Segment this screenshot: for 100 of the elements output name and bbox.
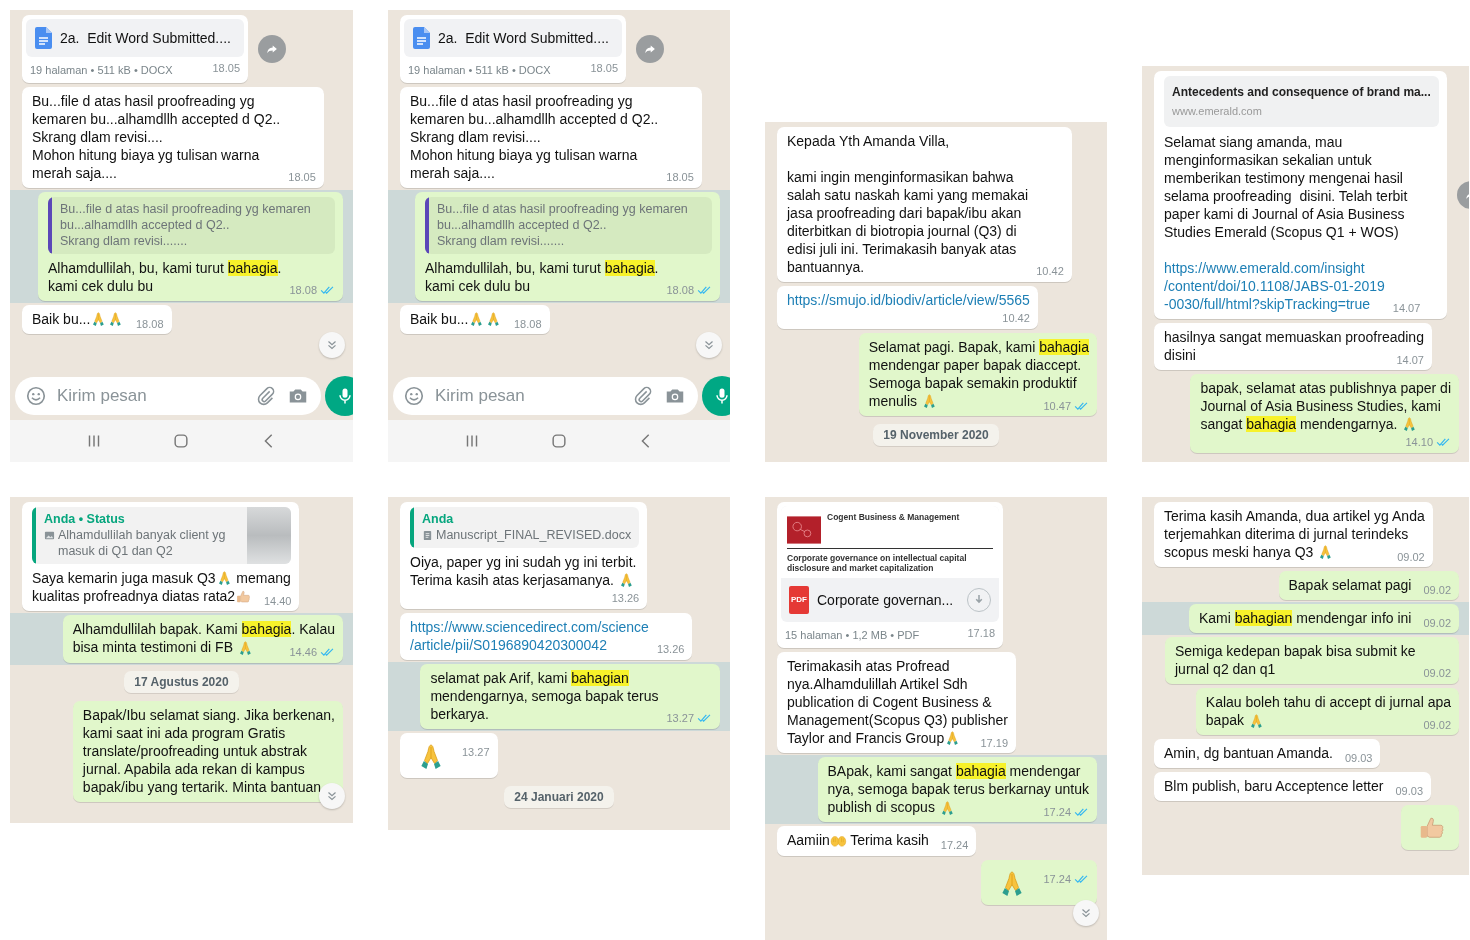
- quoted-message[interactable]: Anda Manuscript_FINAL_REVISED.docx: [410, 507, 640, 548]
- message-link[interactable]: https://smujo.id/biodiv/article/view/5565: [787, 291, 1030, 309]
- message-time: 13.26: [656, 642, 685, 657]
- quoted-message[interactable]: Bu...file d atas hasil proofreading yg kemaren bu...alhamdllh accepted d Q2.. Skrang dlam revisi.......: [425, 197, 712, 254]
- double-chevron-icon: [1079, 906, 1093, 920]
- photo-icon: [44, 530, 55, 541]
- message-text: Oiya, paper yg ini sudah yg ini terbit.: [410, 553, 638, 571]
- message-time: 18.05: [590, 61, 618, 76]
- message-text: selamat pak Arif, kami bahagian mendengarnya, semoga bapak terus berkarya.: [430, 669, 659, 724]
- message-input-field[interactable]: Kirim pesan: [393, 377, 698, 415]
- message-text: bisa minta testimoni di FB: [72, 639, 234, 656]
- scroll-down-button[interactable]: [1073, 900, 1099, 926]
- message-text: Saya kemarin juga masuk Q3: [32, 570, 216, 586]
- message-time: 17.24: [1043, 871, 1071, 886]
- emoji-icon[interactable]: [403, 385, 425, 407]
- message-time: 17.19: [980, 736, 1008, 750]
- thumbs-up-icon: [235, 588, 252, 606]
- scroll-down-button[interactable]: [319, 332, 345, 358]
- document-icon: [34, 27, 52, 49]
- file-info: 19 halaman • 511 kB • DOCX: [30, 63, 173, 78]
- document-icon: [422, 530, 433, 541]
- message-time: 09.02: [1397, 550, 1425, 564]
- message-text: Kepada Yth Amanda Villa, kami ingin menginformasikan bahwa salah satu naskah kami yang memakai jasa proofreading dari bapak/ibu akan diterbitkan di biotropia journal (Q3) di edisi juli ini. Terimakasih banyak atas bantuannya.: [787, 132, 1029, 276]
- paperclip-icon[interactable]: [632, 385, 654, 407]
- paperclip-icon[interactable]: [255, 385, 277, 407]
- file-name: 2a. Edit Word Submitted....: [438, 29, 610, 47]
- quote-text: Alhamdullilah banyak client yg masuk di Q1 dan Q2: [58, 527, 226, 559]
- message-text: Alhamdullilah, bu, kami turut bahagia. kami cek dulu bu: [425, 259, 659, 295]
- quote-author: Anda • Status: [44, 511, 126, 527]
- double-chevron-icon: [325, 338, 339, 352]
- scroll-down-button[interactable]: [319, 783, 345, 809]
- message-text: publish di scopus: [827, 799, 936, 816]
- message-time: 14.07: [1396, 353, 1424, 367]
- message-time: 18.08: [666, 283, 694, 297]
- message-time: 13.27: [462, 745, 490, 760]
- message-text: hasilnya sangat memuaskan proofreading: [1164, 328, 1424, 346]
- file-attachment[interactable]: 2a. Edit Word Submitted....: [26, 19, 244, 57]
- microphone-button[interactable]: [325, 376, 353, 416]
- message-text: sangat bahagia mendengarnya.: [1200, 416, 1399, 432]
- message-text: Terimakasih atas Profread nya.Alhamdulillah Artikel Sdh publication di Cogent Business & Management(Scopus Q3) publisher: [787, 657, 1008, 729]
- forward-button[interactable]: [636, 35, 664, 63]
- praying-hands-icon: [107, 311, 124, 329]
- scroll-down-button[interactable]: [696, 332, 722, 358]
- message-link[interactable]: https://www.emerald.com/insight /content/doi/10.1108/JABS-01-2019 -0030/full/html?skipTracking=true: [1164, 259, 1385, 313]
- message-time: 09.02: [1423, 583, 1451, 598]
- journal-name: Cogent Business & Management: [827, 512, 960, 522]
- message-text: Bapak/Ibu selamat siang. Jika berkenan, kami saat ini ada program Gratis translate/proofreading untuk abstrak jurnal. Apabila ada rekan di kampus bapak/ibu yang tertarik. Minta bantuan: [82, 705, 335, 796]
- message-input-field[interactable]: Kirim pesan: [15, 377, 321, 415]
- message-time: 14.40: [263, 594, 292, 609]
- link-title: Antecedents and consequence of brand ma...: [1172, 84, 1431, 101]
- message-text: bapak: [1205, 712, 1245, 729]
- message-time: 09.03: [1395, 784, 1423, 799]
- journal-cover-icon: [787, 516, 821, 544]
- file-attachment[interactable]: Cogent Business & Management Corporate governance on intellectual capital disclosure and market capitalization PDF Corporate governan...: [781, 506, 999, 622]
- home-icon[interactable]: [172, 432, 191, 450]
- link-preview[interactable]: Antecedents and consequence of brand ma... www.emerald.com: [1164, 76, 1439, 127]
- message-text: Selamat siang amanda, mau menginformasikan sekalian untuk memberikan testimony mengenai hasil selama proofreading disini. Telah terbit paper kami di Journal of Asia Business Studies Emerald (Scopus Q1 + WOS): [1164, 133, 1409, 241]
- message-time: 18.08: [513, 317, 542, 331]
- message-text: Terima kasih: [849, 832, 929, 849]
- message-text: Kami bahagian mendengar info ini: [1198, 610, 1412, 627]
- forward-button[interactable]: [258, 35, 286, 63]
- quote-text: Bu...file d atas hasil proofreading yg kemaren bu...alhamdllh accepted d Q2.. Skrang dlam revisi.......: [437, 201, 688, 249]
- message-text: memang: [235, 570, 291, 586]
- message-time: 18.08: [289, 283, 317, 297]
- message-time: 14.46: [289, 645, 317, 660]
- praying-hands-icon: [944, 730, 961, 748]
- quoted-message[interactable]: Anda • Status Alhamdullilah banyak client yg masuk di Q1 dan Q2: [32, 507, 292, 564]
- message-text: Baik bu...: [32, 311, 91, 327]
- quoted-message[interactable]: Bu...file d atas hasil proofreading yg kemaren bu...alhamdllh accepted d Q2.. Skrang dlam revisi.......: [48, 197, 335, 254]
- message-text: Kalau boleh tahu di accept di jurnal apa: [1205, 693, 1451, 712]
- document-icon: [412, 27, 430, 49]
- message-time: 14.07: [1392, 301, 1421, 315]
- message-text: Bu...file d atas hasil proofreading yg kemaren bu...alhamdllh accepted d Q2.. Skrang dlam revisi.... Mohon hitung biaya yg tulisan warna merah saja....: [32, 92, 281, 182]
- file-info: 19 halaman • 511 kB • DOCX: [408, 63, 551, 78]
- message-time: 10.47: [1043, 399, 1071, 413]
- message-time: 10.42: [1036, 264, 1064, 278]
- message-time: 13.27: [666, 711, 694, 726]
- message-time: 18.05: [212, 61, 240, 76]
- message-text: Bapak selamat pagi: [1288, 577, 1412, 594]
- article-title: Corporate governance on intellectual capital disclosure and market capitalization: [787, 553, 968, 573]
- home-icon[interactable]: [550, 432, 568, 450]
- file-info: 15 halaman • 1,2 MB • PDF: [785, 628, 920, 643]
- message-time: 18.08: [135, 317, 164, 331]
- message-text: Taylor and Francis Group: [787, 730, 945, 746]
- file-name: Corporate governan...: [817, 591, 955, 609]
- message-text: Bu...file d atas hasil proofreading yg kemaren bu...alhamdllh accepted d Q2.. Skrang dlam revisi.... Mohon hitung biaya yg tulisan warna merah saja....: [410, 92, 659, 182]
- message-time: 10.42: [1002, 311, 1030, 325]
- file-attachment[interactable]: 2a. Edit Word Submitted....: [404, 19, 622, 57]
- message-link[interactable]: https://www.sciencedirect.com/science /article/pii/S0196890420300042: [410, 618, 649, 655]
- message-time: 18.05: [666, 170, 694, 184]
- double-chevron-icon: [702, 338, 716, 352]
- message-text: Baik bu...: [410, 311, 469, 327]
- microphone-button[interactable]: [702, 376, 730, 416]
- double-chevron-icon: [325, 789, 339, 803]
- message-text: Blm publish, baru Acceptence letter: [1164, 778, 1384, 795]
- message-time: 17.18: [967, 626, 995, 641]
- emoji-icon[interactable]: [25, 385, 47, 407]
- quote-text: Manuscript_FINAL_REVISED.docx: [436, 527, 632, 543]
- date-label: 19 November 2020: [873, 424, 999, 447]
- message-time: 09.02: [1423, 616, 1451, 631]
